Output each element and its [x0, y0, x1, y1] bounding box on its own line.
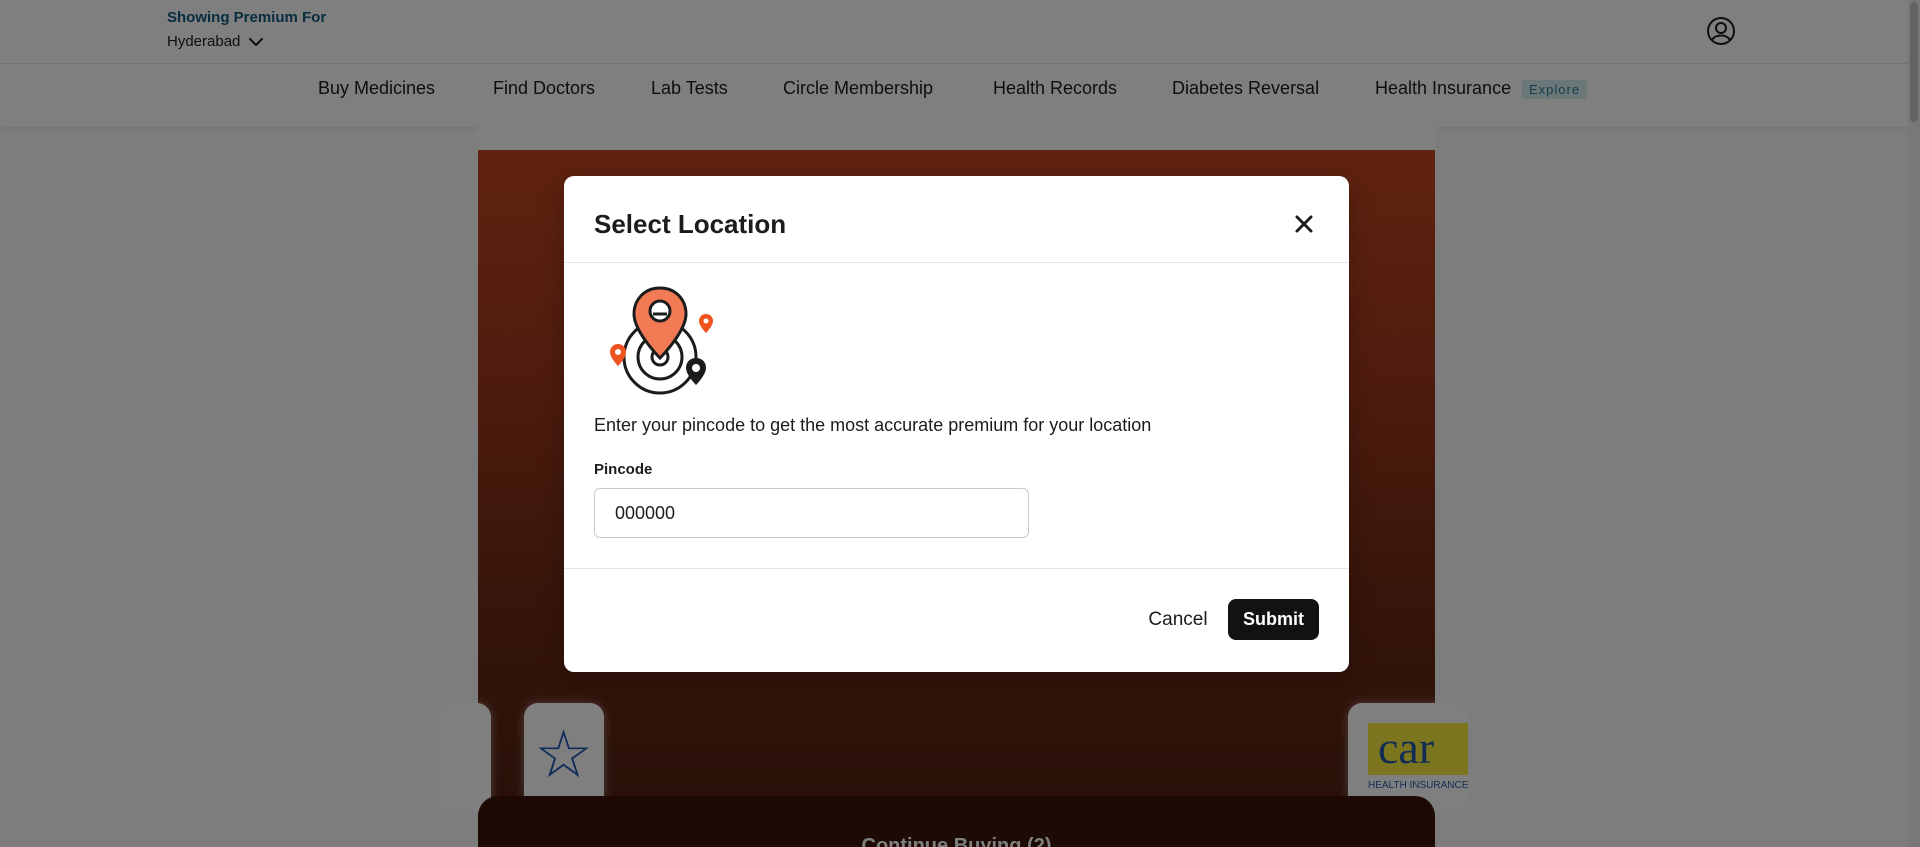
pincode-input[interactable] [594, 488, 1029, 538]
close-icon[interactable] [1290, 210, 1318, 238]
location-pins-icon [610, 286, 713, 395]
header-divider [564, 262, 1349, 263]
select-location-modal: Select Location Enter your pincode to ge… [564, 176, 1349, 672]
pincode-label: Pincode [594, 461, 653, 478]
submit-button[interactable]: Submit [1228, 599, 1319, 640]
cancel-button[interactable]: Cancel [1138, 600, 1218, 640]
modal-title: Select Location [594, 209, 787, 239]
footer-divider [564, 568, 1349, 569]
modal-description: Enter your pincode to get the most accur… [594, 415, 1152, 435]
